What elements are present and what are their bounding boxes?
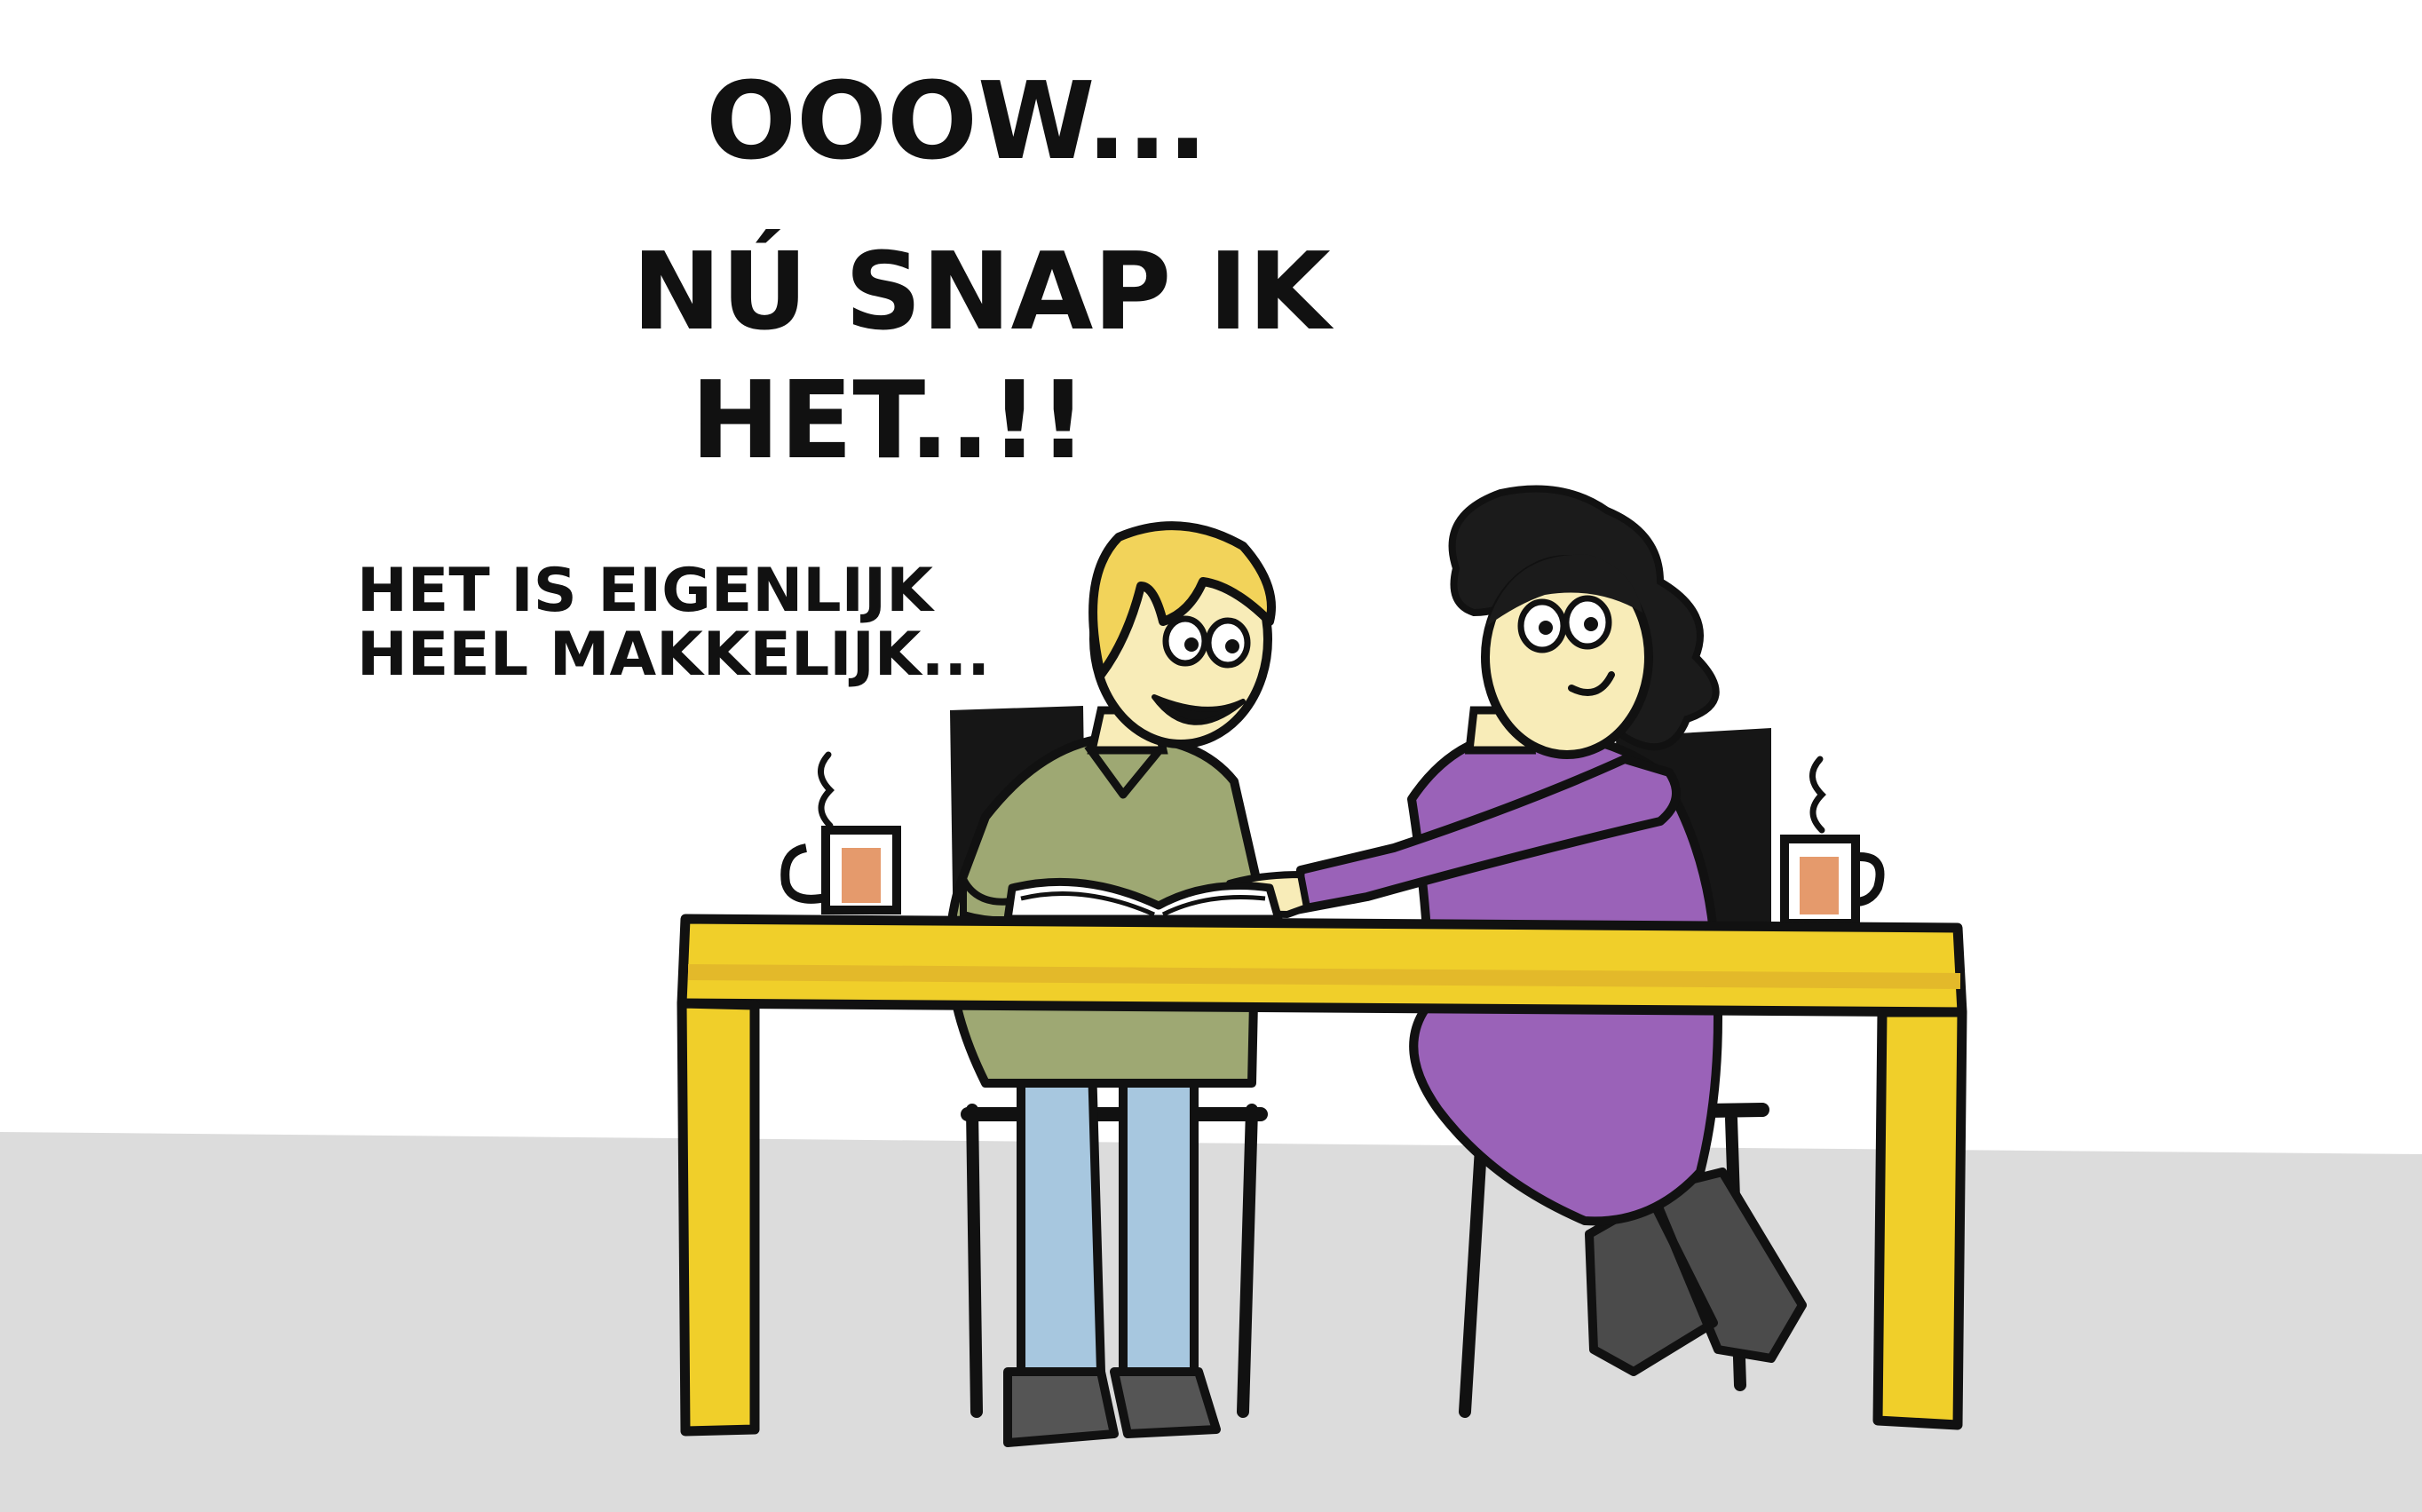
table-leg-right (1872, 1007, 1967, 1430)
floor (0, 1132, 2422, 1512)
explanation-line-2: HEEL MAKKELIJK... (357, 620, 990, 690)
exclamation-line-1: OOOW... (706, 60, 1207, 184)
exclamation-line-2: NÚ SNAP IK (632, 230, 1334, 354)
comic-illustration: OOOW... NÚ SNAP IK HET..!! HET IS EIGENL… (0, 0, 2422, 1512)
table-leg-left (677, 998, 760, 1437)
student-shoes (1003, 1367, 1221, 1447)
exclamation-line-3: HET..!! (691, 360, 1088, 483)
explanation-line-1: HET IS EIGENLIJK (357, 556, 935, 626)
